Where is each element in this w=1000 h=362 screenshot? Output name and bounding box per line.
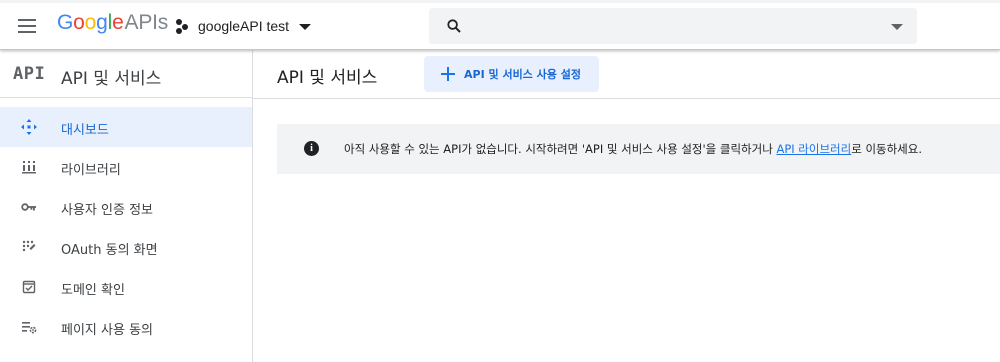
sidebar-item-label: 라이브러리 bbox=[61, 163, 121, 178]
main-header: API 및 서비스 API 및 서비스 사용 설정 bbox=[253, 50, 1000, 99]
top-app-bar: GoogleAPIs googleAPI test bbox=[0, 0, 1000, 50]
sidebar-nav: 대시보드 라이브러리 사용자 인증 정보 OAuth 동의 화면 도메인 확인 … bbox=[0, 107, 252, 347]
project-name: googleAPI test bbox=[198, 18, 290, 34]
logo-apis-text: APIs bbox=[124, 11, 169, 34]
sidebar: API API 및 서비스 대시보드 라이브러리 사용자 인증 정보 OAuth… bbox=[0, 50, 253, 362]
enable-apis-button-label: API 및 서비스 사용 설정 bbox=[464, 68, 581, 81]
page-usage-settings-icon bbox=[21, 319, 37, 335]
search-icon bbox=[447, 19, 461, 33]
api-badge-icon: API bbox=[13, 64, 46, 84]
search-dropdown-icon[interactable] bbox=[891, 24, 903, 30]
key-icon bbox=[21, 199, 37, 215]
oauth-consent-icon bbox=[21, 239, 37, 255]
menu-icon[interactable] bbox=[18, 18, 38, 34]
sidebar-title: API 및 서비스 bbox=[61, 69, 162, 89]
no-apis-notice: i 아직 사용할 수 있는 API가 없습니다. 시작하려면 'API 및 서비… bbox=[277, 124, 1000, 174]
api-library-link[interactable]: API 라이브러리 bbox=[776, 142, 851, 156]
notice-text-before: 아직 사용할 수 있는 API가 없습니다. 시작하려면 'API 및 서비스 … bbox=[344, 142, 777, 156]
sidebar-header: API API 및 서비스 bbox=[0, 50, 252, 98]
notice-text-after: 로 이동하세요. bbox=[851, 142, 922, 156]
chevron-down-icon bbox=[299, 24, 312, 30]
sidebar-item-dashboard[interactable]: 대시보드 bbox=[0, 107, 252, 147]
notice-text: 아직 사용할 수 있는 API가 없습니다. 시작하려면 'API 및 서비스 … bbox=[344, 141, 922, 157]
dashboard-icon bbox=[21, 119, 37, 135]
main-content: API 및 서비스 API 및 서비스 사용 설정 i 아직 사용할 수 있는 … bbox=[253, 50, 1000, 362]
info-icon: i bbox=[304, 141, 319, 156]
enable-apis-button[interactable]: API 및 서비스 사용 설정 bbox=[424, 56, 599, 92]
search-bar[interactable] bbox=[429, 8, 917, 44]
page-title: API 및 서비스 bbox=[277, 68, 378, 88]
sidebar-item-label: 사용자 인증 정보 bbox=[61, 203, 153, 218]
sidebar-item-library[interactable]: 라이브러리 bbox=[0, 147, 252, 187]
sidebar-item-domain-verification[interactable]: 도메인 확인 bbox=[0, 267, 252, 307]
google-apis-logo[interactable]: GoogleAPIs bbox=[57, 11, 168, 35]
sidebar-item-label: 도메인 확인 bbox=[61, 283, 125, 298]
project-selector[interactable]: googleAPI test bbox=[176, 14, 312, 38]
plus-icon bbox=[441, 67, 455, 81]
sidebar-item-label: OAuth 동의 화면 bbox=[61, 243, 158, 258]
sidebar-item-oauth-consent[interactable]: OAuth 동의 화면 bbox=[0, 227, 252, 267]
domain-verification-icon bbox=[21, 279, 37, 295]
sidebar-item-label: 페이지 사용 동의 bbox=[61, 323, 153, 338]
logo-google-text: Google bbox=[57, 11, 124, 34]
search-input[interactable] bbox=[473, 14, 873, 38]
sidebar-item-page-usage[interactable]: 페이지 사용 동의 bbox=[0, 307, 252, 347]
sidebar-item-credentials[interactable]: 사용자 인증 정보 bbox=[0, 187, 252, 227]
project-icon bbox=[176, 18, 190, 34]
library-icon bbox=[21, 159, 37, 175]
sidebar-item-label: 대시보드 bbox=[61, 123, 109, 138]
